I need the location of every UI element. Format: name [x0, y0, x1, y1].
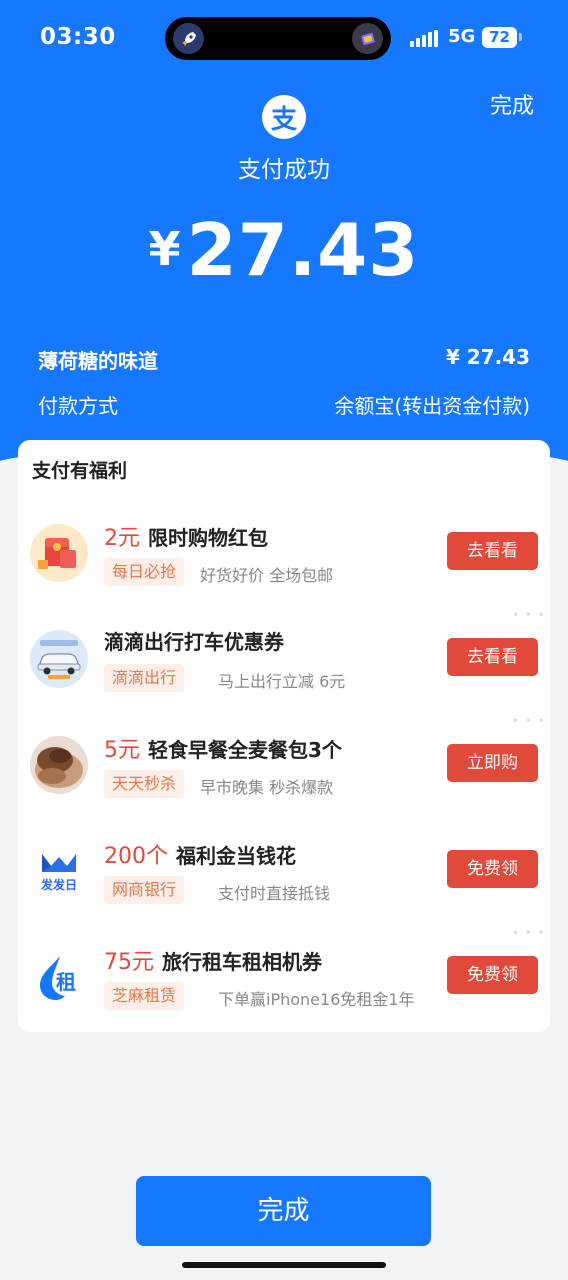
benefit-tag: 天天秒杀 — [104, 770, 185, 798]
benefit-item[interactable]: 发发日 200个 福利金当钱花 网商银行 支付时直接抵钱 免费领 • • • — [18, 832, 550, 940]
benefit-item[interactable]: 5元 轻食早餐全麦餐包3个 天天秒杀 早市晚集 秒杀爆款 立即购 — [18, 726, 550, 832]
bread-icon — [30, 736, 88, 794]
battery-icon: 72 — [482, 27, 517, 48]
free-claim-button[interactable]: 免费领 — [447, 956, 538, 994]
rocket-icon — [173, 23, 204, 54]
home-indicator[interactable] — [182, 1262, 386, 1268]
rental-logo-icon: 租 — [30, 948, 88, 1006]
dynamic-island — [165, 17, 391, 60]
benefit-price: 2元 — [104, 526, 140, 551]
alipay-logo-char: 支 — [270, 104, 297, 135]
benefit-item[interactable]: 滴滴出行打车优惠券 滴滴出行 马上出行立减 6元 去看看 • • • — [18, 620, 550, 728]
benefit-desc: 马上出行立减 6元 — [218, 672, 346, 691]
benefit-name: 轻食早餐全麦餐包3个 — [148, 738, 342, 762]
merchant-row: 薄荷糖的味道 ¥ 27.43 — [38, 345, 530, 374]
benefit-name: 滴滴出行打车优惠券 — [104, 630, 284, 654]
benefit-price: 5元 — [104, 738, 140, 763]
benefit-name: 旅行租车租相机券 — [162, 950, 322, 974]
benefit-title: 200个 福利金当钱花 — [104, 838, 296, 870]
payment-method-value: 余额宝(转出资金付款) — [334, 394, 530, 418]
payment-success-text: 支付成功 — [238, 157, 330, 183]
status-bar: 03:30 5G 72 — [0, 0, 568, 78]
benefit-desc: 早市晚集 秒杀爆款 — [200, 778, 334, 797]
go-look-button[interactable]: 去看看 — [447, 638, 538, 676]
buy-now-button[interactable]: 立即购 — [447, 744, 538, 782]
signal-icon — [410, 30, 438, 47]
benefit-item[interactable]: 租 75元 旅行租车租相机券 芝麻租赁 下单赢iPhone16免租金1年 免费领 — [18, 938, 550, 1044]
benefits-card: 支付有福利 2元限时购物红包 每日必抢 好货好价 全场包邮 去看看 • • • — [18, 440, 550, 1032]
merchant-amount: ¥ 27.43 — [445, 345, 530, 369]
benefit-tag: 每日必抢 — [104, 558, 185, 586]
done-link-top[interactable]: 完成 — [490, 88, 534, 120]
benefit-tag: 芝麻租赁 — [104, 982, 185, 1010]
alipay-logo-icon: 支 — [262, 95, 306, 139]
benefit-desc: 下单赢iPhone16免租金1年 — [218, 990, 415, 1009]
rental-logo-text: 租 — [56, 970, 76, 994]
benefit-name: 限时购物红包 — [148, 526, 268, 550]
bank-logo-text: 发发日 — [40, 878, 77, 892]
benefit-desc: 好货好价 全场包邮 — [200, 566, 334, 585]
currency-symbol: ¥ — [148, 222, 181, 276]
merchant-name: 薄荷糖的味道 — [38, 349, 158, 373]
benefit-price: 200个 — [104, 844, 168, 869]
free-claim-button[interactable]: 免费领 — [447, 850, 538, 888]
payment-method-row: 付款方式 余额宝(转出资金付款) — [38, 390, 530, 419]
app-activity-icon — [352, 23, 383, 54]
done-button[interactable]: 完成 — [136, 1176, 431, 1246]
benefit-title: 75元 旅行租车租相机券 — [104, 944, 322, 976]
benefit-desc: 支付时直接抵钱 — [218, 884, 331, 903]
payment-amount: ¥27.43 — [0, 208, 568, 292]
amount-value: 27.43 — [186, 208, 420, 292]
payment-method-label: 付款方式 — [38, 394, 118, 418]
benefit-tag: 网商银行 — [104, 876, 185, 904]
bank-logo-icon: 发发日 — [30, 842, 88, 900]
red-envelope-icon — [30, 524, 88, 582]
go-look-button[interactable]: 去看看 — [447, 532, 538, 570]
benefits-title: 支付有福利 — [32, 460, 128, 482]
benefit-title: 5元 轻食早餐全麦餐包3个 — [104, 732, 342, 764]
benefit-price: 75元 — [104, 950, 154, 975]
car-icon — [30, 630, 88, 688]
benefit-tag: 滴滴出行 — [104, 664, 185, 692]
benefit-title: 2元 限时购物红包 — [104, 520, 268, 552]
benefit-item[interactable]: 2元 限时购物红包 每日必抢 好货好价 全场包邮 去看看 • • • — [18, 514, 550, 622]
benefit-title: 滴滴出行打车优惠券 — [104, 626, 284, 655]
battery-tip — [519, 33, 522, 41]
network-type: 5G — [448, 26, 476, 47]
status-time: 03:30 — [40, 24, 116, 50]
benefit-name: 福利金当钱花 — [176, 844, 296, 868]
